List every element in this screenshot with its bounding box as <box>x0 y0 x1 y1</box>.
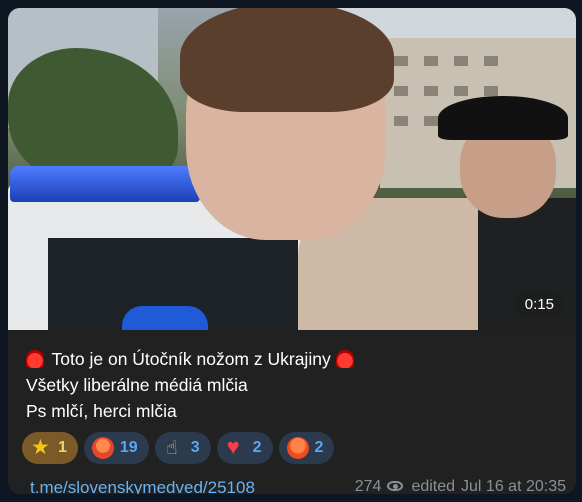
message-date: Jul 16 at 20:35 <box>461 478 566 494</box>
message-line-1: Toto je on Útočník nožom z Ukrajiny <box>26 346 566 372</box>
angry-face-icon <box>91 437 114 459</box>
message-text: Toto je on Útočník nožom z Ukrajiny Všet… <box>26 346 566 424</box>
message-line-3: Ps mlčí, herci mlčia <box>26 401 177 421</box>
pouting-face-icon <box>286 437 309 459</box>
siren-icon <box>335 350 354 368</box>
reactions-bar: 1 19 3 2 2 <box>22 432 335 464</box>
star-icon <box>30 435 52 460</box>
video-police-siren <box>10 166 200 202</box>
reaction-angry[interactable]: 19 <box>83 432 149 464</box>
message-line-1-text: Toto je on Útočník nožom z Ukrajiny <box>51 349 331 369</box>
post-link[interactable]: t.me/slovenskymedved/25108 <box>30 478 255 494</box>
view-count: 274 <box>354 478 382 494</box>
reaction-count: 2 <box>252 439 262 456</box>
reaction-count: 3 <box>190 439 200 456</box>
reaction-middle-finger[interactable]: 3 <box>154 432 211 464</box>
reaction-count: 2 <box>314 439 324 456</box>
video-duration: 0:15 <box>514 291 564 318</box>
video-thumbnail[interactable]: 0:15 <box>8 8 576 330</box>
message-card: 0:15 Toto je on Útočník nožom z Ukrajiny… <box>8 8 576 494</box>
message-meta: 274 edited Jul 16 at 20:35 <box>355 478 566 494</box>
reaction-star[interactable]: 1 <box>22 432 78 464</box>
reaction-count: 19 <box>119 439 138 456</box>
siren-icon <box>26 350 44 368</box>
video-person-hair <box>180 8 394 112</box>
middle-finger-icon <box>163 437 185 460</box>
reaction-count: 1 <box>58 439 67 456</box>
reaction-pouting[interactable]: 2 <box>278 432 335 464</box>
heart-icon <box>225 434 247 460</box>
video-officer-cap <box>438 96 568 140</box>
video-blue-object <box>122 306 208 330</box>
edited-label: edited <box>411 478 456 494</box>
reaction-heart[interactable]: 2 <box>216 432 273 464</box>
eye-icon <box>387 481 405 493</box>
message-line-2: Všetky liberálne médiá mlčia <box>26 375 248 395</box>
message-footer: t.me/slovenskymedved/25108 274 edited Ju… <box>30 478 566 494</box>
